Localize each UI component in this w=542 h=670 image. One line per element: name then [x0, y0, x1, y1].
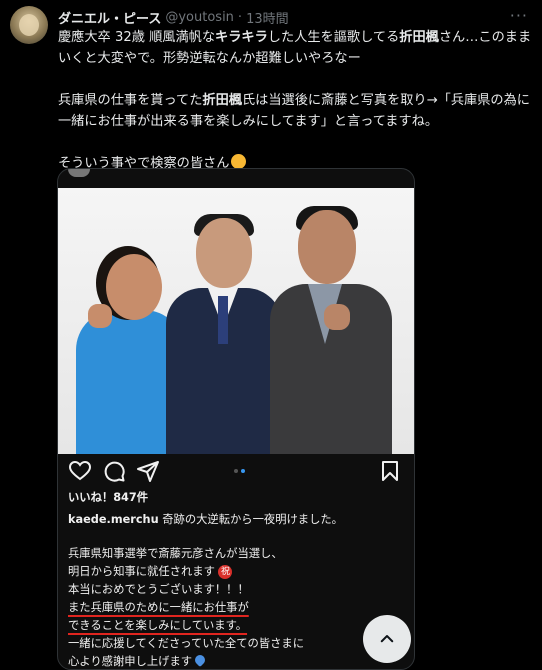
carousel-pager: [234, 469, 245, 473]
caption-line: 心より感謝申し上げます: [68, 652, 404, 669]
smile-emoji-icon: [231, 154, 247, 169]
heart-icon[interactable]: [68, 459, 92, 483]
tweet-paragraph-2: 兵庫県の仕事を貰ってた折田楓氏は当選後に斎藤と写真を取り→「兵庫県の為に一緒にお…: [58, 93, 530, 129]
tweet-paragraph-1: 慶應大卒 32歳 順風満帆なキラキラした人生を謳歌してる折田楓さん…このままいく…: [58, 30, 532, 66]
separator: ·: [237, 9, 243, 25]
celebrate-badge-icon: 祝: [218, 565, 233, 579]
chevron-up-icon: [380, 635, 394, 643]
caption-line-underlined: できることを楽しみにしています。: [68, 619, 248, 632]
share-icon[interactable]: [136, 459, 160, 483]
caption-line: 本当におめでとうございます！！！: [68, 583, 249, 596]
author-name[interactable]: ダニエル・ピース: [58, 8, 161, 27]
scroll-up-button[interactable]: [363, 615, 411, 663]
action-bar: [68, 459, 404, 483]
instagram-caption: いいね！847件 kaede.merchu 奇跡の大逆転から一夜明けました。 兵…: [68, 489, 404, 669]
comment-icon[interactable]: [102, 459, 126, 483]
caption-line: 明日から知事に就任されます 祝: [68, 563, 404, 581]
pager-dot: [234, 469, 238, 473]
media-card[interactable]: いいね！847件 kaede.merchu 奇跡の大逆転から一夜明けました。 兵…: [57, 168, 415, 670]
caption-line: 兵庫県知事選挙で斎藤元彦さんが当選し、: [68, 547, 283, 560]
pager-dot-active: [241, 469, 245, 473]
more-icon[interactable]: ···: [510, 6, 528, 25]
card-avatar: [68, 169, 90, 177]
photo[interactable]: [58, 188, 414, 454]
tweet-header: ダニエル・ピース @youtosin · 13時間: [58, 7, 502, 27]
caption-line-underlined: また兵庫県のために一緒にお仕事が: [68, 601, 249, 614]
avatar[interactable]: [10, 6, 48, 44]
author-handle[interactable]: @youtosin: [165, 10, 234, 25]
caption-first-line: kaede.merchu 奇跡の大逆転から一夜明けました。: [68, 513, 343, 526]
timestamp[interactable]: 13時間: [246, 8, 289, 27]
ig-username[interactable]: kaede.merchu: [68, 513, 159, 526]
bookmark-icon[interactable]: [378, 459, 402, 483]
blue-heart-icon: [192, 652, 208, 668]
likes-count[interactable]: いいね！847件: [68, 489, 404, 507]
caption-line: 一緒に応援してくださっていた全ての皆さまに: [68, 637, 304, 650]
